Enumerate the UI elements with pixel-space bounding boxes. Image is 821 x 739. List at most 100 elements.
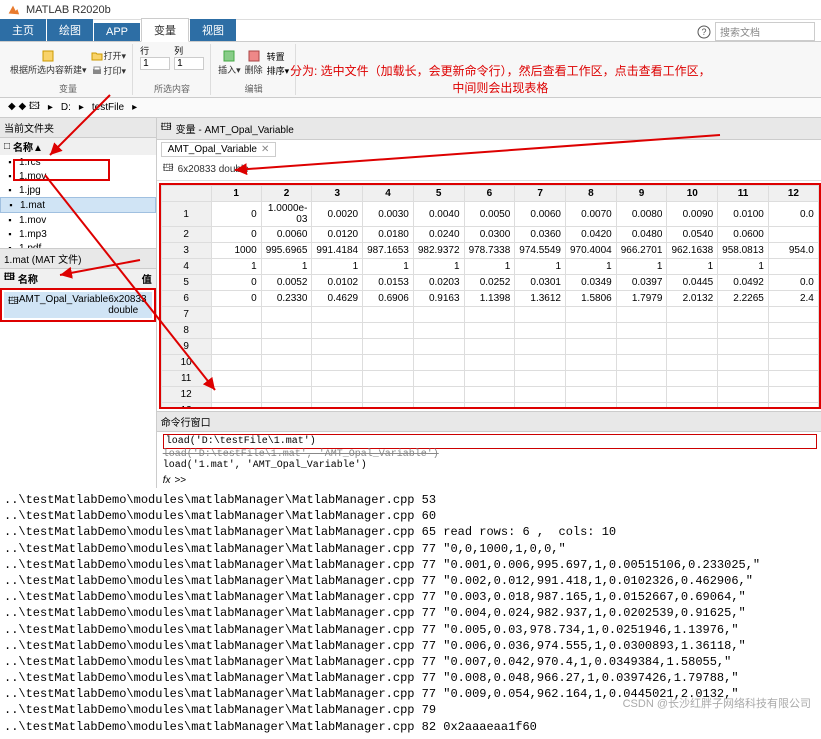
print-button[interactable]: 打印▾ bbox=[91, 64, 127, 77]
cell[interactable]: 0.0480 bbox=[616, 227, 667, 243]
tab-variable[interactable]: 变量 bbox=[141, 18, 189, 42]
col-header[interactable]: 2 bbox=[261, 186, 312, 202]
cell[interactable] bbox=[261, 403, 312, 410]
cell[interactable] bbox=[261, 387, 312, 403]
cell[interactable]: 1 bbox=[261, 259, 312, 275]
col-header[interactable]: 6 bbox=[464, 186, 515, 202]
cell[interactable]: 0.0600 bbox=[718, 227, 769, 243]
cell[interactable] bbox=[261, 339, 312, 355]
cell[interactable]: 0.0060 bbox=[515, 202, 566, 227]
col-header[interactable]: 12 bbox=[768, 186, 818, 202]
cell[interactable] bbox=[515, 323, 566, 339]
cell[interactable]: 0.0240 bbox=[413, 227, 464, 243]
cell[interactable] bbox=[363, 387, 414, 403]
cell[interactable]: 0.0180 bbox=[363, 227, 414, 243]
cell[interactable]: 0.0120 bbox=[312, 227, 363, 243]
cell[interactable] bbox=[464, 355, 515, 371]
tab-home[interactable]: 主页 bbox=[0, 19, 46, 41]
cell[interactable] bbox=[413, 307, 464, 323]
cell[interactable]: 974.5549 bbox=[515, 243, 566, 259]
cell[interactable] bbox=[211, 403, 261, 410]
cell[interactable] bbox=[616, 323, 667, 339]
tab-app[interactable]: APP bbox=[94, 23, 140, 41]
cell[interactable] bbox=[413, 387, 464, 403]
cell[interactable] bbox=[566, 355, 617, 371]
cell[interactable] bbox=[566, 323, 617, 339]
cell[interactable]: 966.2701 bbox=[616, 243, 667, 259]
row-input[interactable] bbox=[140, 57, 170, 70]
cell[interactable]: 0.0203 bbox=[413, 275, 464, 291]
col-header[interactable]: 10 bbox=[667, 186, 718, 202]
cell[interactable] bbox=[718, 323, 769, 339]
cell[interactable] bbox=[413, 339, 464, 355]
cell[interactable]: 0.2330 bbox=[261, 291, 312, 307]
cell[interactable] bbox=[768, 387, 818, 403]
close-tab-icon[interactable]: ✕ bbox=[261, 144, 269, 155]
cell[interactable] bbox=[718, 339, 769, 355]
cell[interactable]: 1 bbox=[312, 259, 363, 275]
file-tree[interactable]: □名称▲ ▪1.rcs▪1.mov▪1.jpg▪1.mat▪1.mov▪1.mp… bbox=[0, 138, 156, 248]
cell[interactable]: 1 bbox=[566, 259, 617, 275]
cell[interactable] bbox=[413, 371, 464, 387]
cell[interactable]: 0 bbox=[211, 202, 261, 227]
cell[interactable] bbox=[211, 307, 261, 323]
cell[interactable] bbox=[261, 355, 312, 371]
col-input[interactable] bbox=[174, 57, 204, 70]
cell[interactable] bbox=[616, 403, 667, 410]
cell[interactable] bbox=[312, 355, 363, 371]
cell[interactable]: 2.0132 bbox=[667, 291, 718, 307]
cell[interactable] bbox=[515, 371, 566, 387]
cell[interactable]: 2.2265 bbox=[718, 291, 769, 307]
cell[interactable]: 0.0080 bbox=[616, 202, 667, 227]
cell[interactable] bbox=[363, 355, 414, 371]
cell[interactable]: 0.0102 bbox=[312, 275, 363, 291]
cell[interactable]: 1.1398 bbox=[464, 291, 515, 307]
cell[interactable] bbox=[515, 339, 566, 355]
cell[interactable] bbox=[363, 339, 414, 355]
cell[interactable]: 1.3612 bbox=[515, 291, 566, 307]
cell[interactable] bbox=[363, 371, 414, 387]
file-row[interactable]: ▪1.mat bbox=[0, 197, 156, 213]
cell[interactable] bbox=[211, 323, 261, 339]
col-header[interactable]: 9 bbox=[616, 186, 667, 202]
cell[interactable] bbox=[616, 355, 667, 371]
cell[interactable] bbox=[718, 355, 769, 371]
col-header[interactable]: 1 bbox=[211, 186, 261, 202]
row-header[interactable]: 8 bbox=[161, 323, 211, 339]
col-header[interactable]: 3 bbox=[312, 186, 363, 202]
cell[interactable] bbox=[768, 307, 818, 323]
cell[interactable]: 0.0052 bbox=[261, 275, 312, 291]
cell[interactable] bbox=[616, 339, 667, 355]
cell[interactable]: 0.9163 bbox=[413, 291, 464, 307]
cell[interactable] bbox=[515, 307, 566, 323]
cell[interactable] bbox=[413, 403, 464, 410]
cell[interactable] bbox=[768, 403, 818, 410]
cell[interactable]: 0.0153 bbox=[363, 275, 414, 291]
cell[interactable]: 0.0030 bbox=[363, 202, 414, 227]
cell[interactable]: 1 bbox=[363, 259, 414, 275]
cell[interactable] bbox=[566, 371, 617, 387]
cell[interactable]: 1.0000e-03 bbox=[261, 202, 312, 227]
cell[interactable]: 1 bbox=[464, 259, 515, 275]
command-prompt-row[interactable]: fx >> bbox=[157, 473, 821, 488]
variable-tab[interactable]: AMT_Opal_Variable ✕ bbox=[161, 142, 277, 157]
cell[interactable] bbox=[566, 387, 617, 403]
addr-drive[interactable]: D: bbox=[57, 102, 75, 113]
file-row[interactable]: ▪1.rcs bbox=[0, 155, 156, 169]
row-header[interactable]: 7 bbox=[161, 307, 211, 323]
cell[interactable] bbox=[312, 339, 363, 355]
cell[interactable]: 0.0252 bbox=[464, 275, 515, 291]
col-header[interactable]: 4 bbox=[363, 186, 414, 202]
addr-folder[interactable]: testFile bbox=[88, 102, 128, 113]
cell[interactable] bbox=[768, 371, 818, 387]
cell[interactable] bbox=[768, 323, 818, 339]
cell[interactable] bbox=[515, 403, 566, 410]
preview-var-row[interactable]: 🖽 AMT_Opal_Variable 6x20833 double bbox=[4, 292, 152, 318]
cell[interactable] bbox=[667, 355, 718, 371]
row-header[interactable]: 10 bbox=[161, 355, 211, 371]
cell[interactable] bbox=[515, 355, 566, 371]
cell[interactable] bbox=[768, 355, 818, 371]
col-header[interactable]: 11 bbox=[718, 186, 769, 202]
cell[interactable] bbox=[363, 323, 414, 339]
cell[interactable] bbox=[413, 355, 464, 371]
